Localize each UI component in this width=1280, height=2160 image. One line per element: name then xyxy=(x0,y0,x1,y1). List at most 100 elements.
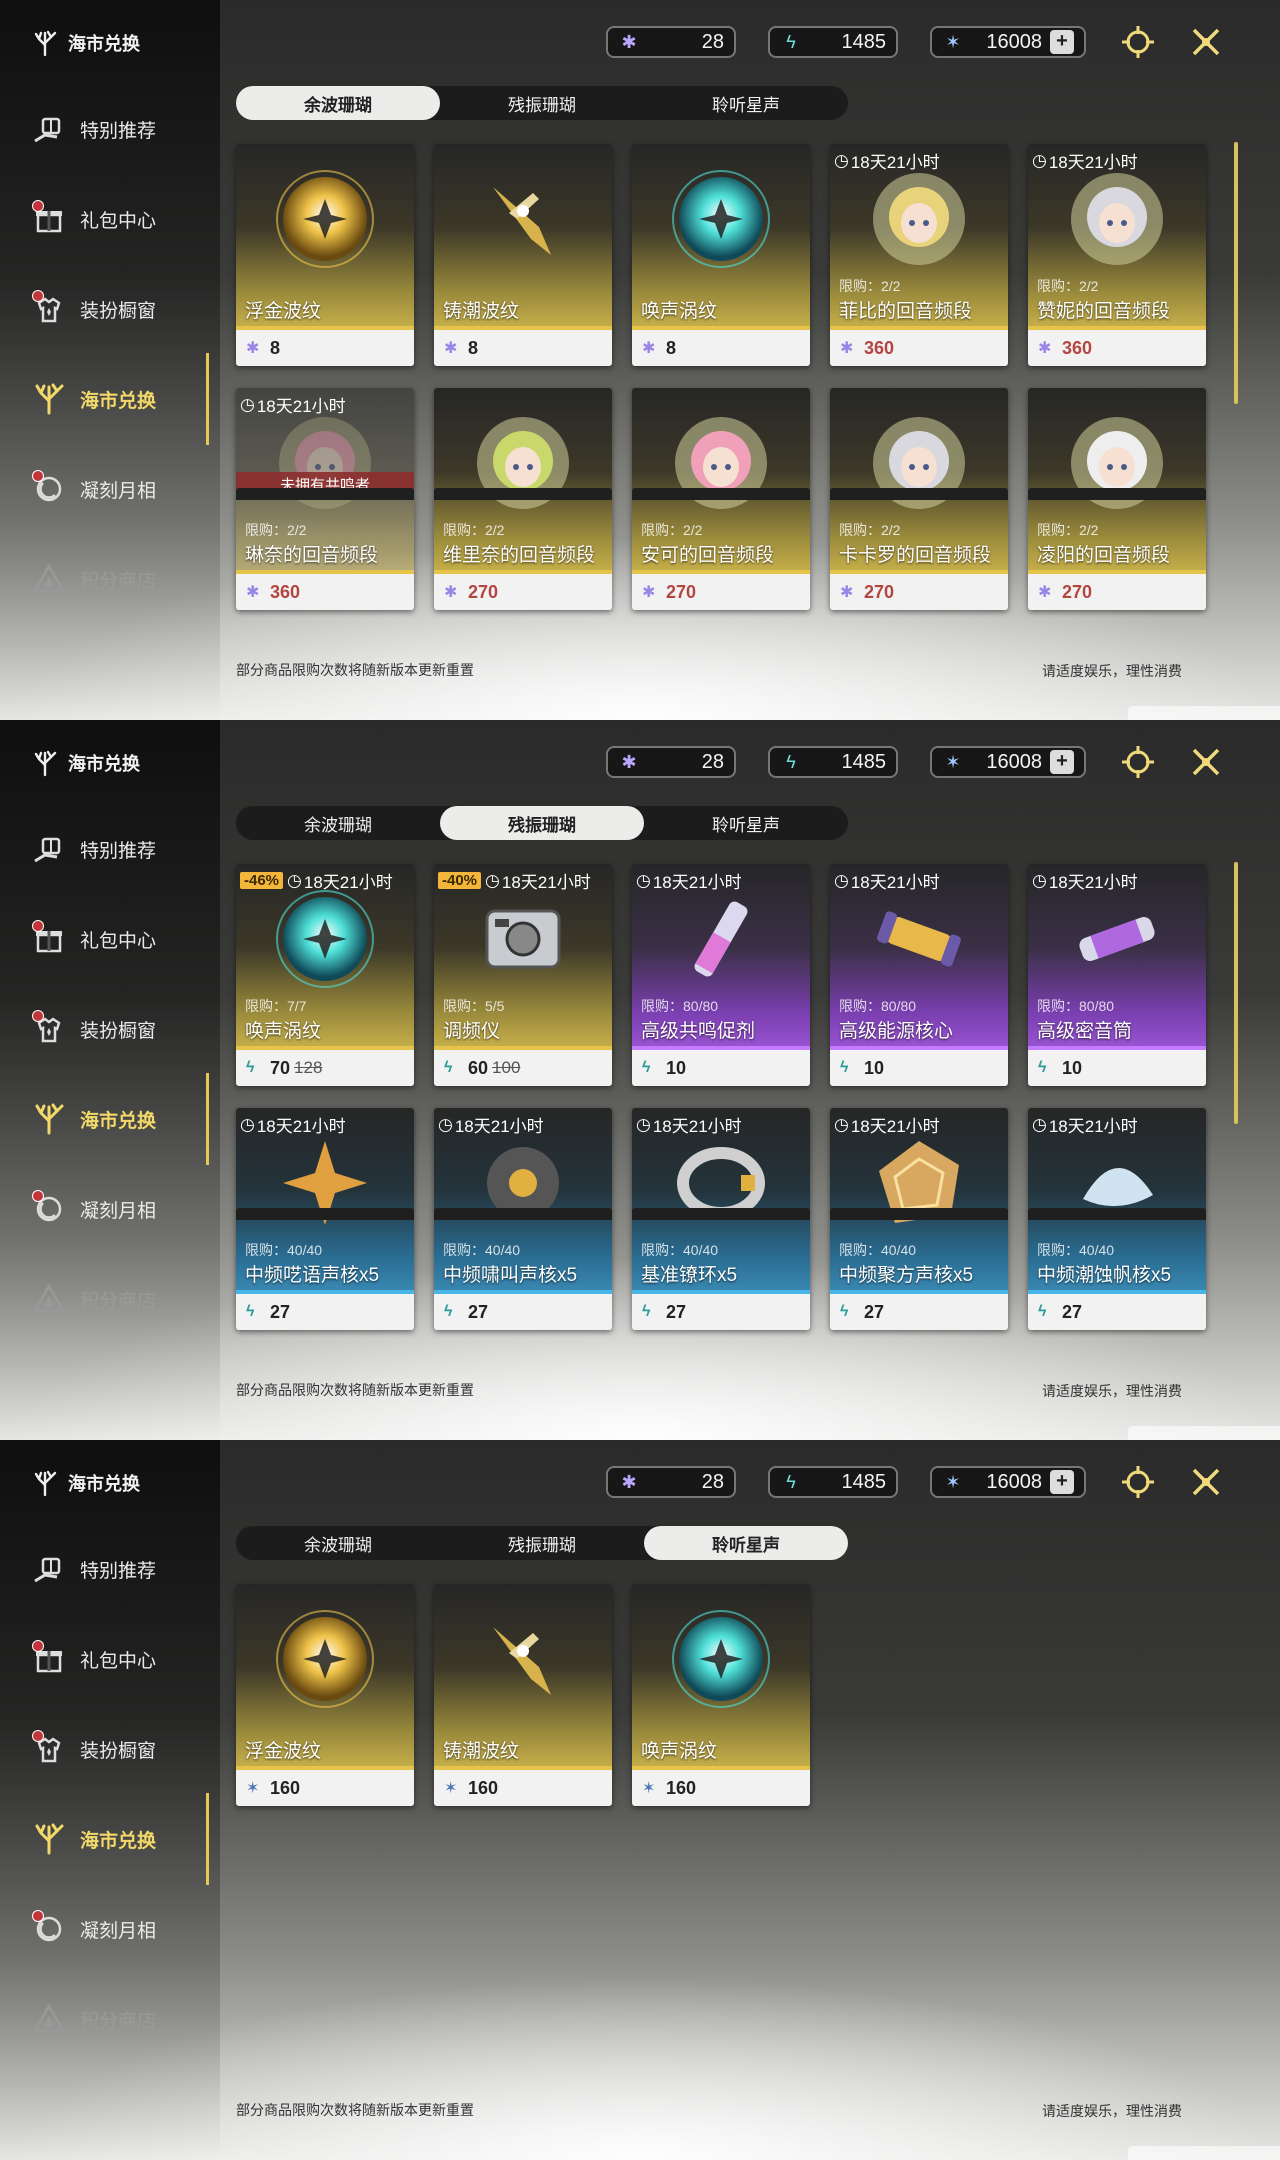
tab[interactable]: 聆听星声 xyxy=(644,1526,848,1560)
sidebar-item[interactable]: 海市兑换 xyxy=(28,354,208,444)
tab-bar: 余波珊瑚 残振珊瑚 聆听星声 xyxy=(236,806,848,840)
shop-item-card[interactable]: 浮金波纹 ✱ 8 xyxy=(236,144,414,366)
sidebar-item-label: 装扮橱窗 xyxy=(80,300,157,322)
star-voice-icon: ✶ xyxy=(945,751,961,772)
crosshair-icon[interactable] xyxy=(1118,1462,1158,1502)
purchase-limit: 限购：2/2 xyxy=(1037,522,1099,538)
shop-item-card[interactable]: -40% ◷ 18天21小时 限购：5/5 调频仪 ϟ 60 100 xyxy=(434,864,612,1086)
tab[interactable]: 残振珊瑚 xyxy=(440,1526,644,1560)
shop-item-card[interactable]: 浮金波纹 ✶ 160 xyxy=(236,1584,414,1806)
sidebar-item[interactable]: 装扮橱窗 xyxy=(28,1704,208,1794)
item-name: 中频呓语声核x5 xyxy=(245,1265,380,1286)
currency-value: 1485 xyxy=(841,750,887,773)
add-currency-button[interactable]: + xyxy=(1050,1470,1074,1494)
tab[interactable]: 余波珊瑚 xyxy=(236,86,440,120)
tab[interactable]: 余波珊瑚 xyxy=(236,806,440,840)
shop-item-card[interactable]: ◷ 18天21小时 限购：80/80 高级能源核心 ϟ 10 xyxy=(830,864,1008,1086)
currency-icon: ✱ xyxy=(642,584,656,601)
sidebar-item[interactable]: 海市兑换 xyxy=(28,1794,208,1884)
currency-bar: ✱ 28 ϟ 1485 ✶ 16008 + xyxy=(606,1466,1086,1498)
page-title: 海市兑换 xyxy=(30,28,140,58)
shop-item-card[interactable]: ◷ 18天21小时 限购：2/2 菲比的回音频段 ✱ 360 xyxy=(830,144,1008,366)
item-name: 铸潮波纹 xyxy=(443,1741,520,1762)
timer-text: 18天21小时 xyxy=(652,873,742,892)
sidebar-item-label: 海市兑换 xyxy=(80,1110,157,1132)
close-icon[interactable] xyxy=(1186,1462,1226,1502)
shop-item-card[interactable]: 铸潮波纹 ✱ 8 xyxy=(434,144,612,366)
price-row: ✱ 270 xyxy=(434,574,612,610)
close-icon[interactable] xyxy=(1186,22,1226,62)
sidebar-item[interactable]: 礼包中心 xyxy=(28,1614,208,1704)
item-timer: ◷ 18天21小时 xyxy=(1032,868,1138,893)
sidebar-item[interactable]: 积分商店 xyxy=(28,1974,208,2064)
coral-icon xyxy=(30,28,60,58)
crosshair-icon[interactable] xyxy=(1118,22,1158,62)
sidebar-item[interactable]: 凝刻月相 xyxy=(28,1884,208,1974)
oscillated-coral-icon: ϟ xyxy=(786,751,796,772)
shop-item-card[interactable]: 唤声涡纹 ✶ 160 xyxy=(632,1584,810,1806)
price-row: ✱ 270 xyxy=(830,574,1008,610)
sidebar-item[interactable]: 特别推荐 xyxy=(28,84,208,174)
tab[interactable]: 残振珊瑚 xyxy=(440,86,644,120)
shop-item-card[interactable]: ◷ 18天21小时 限购：2/2 赞妮的回音频段 ✱ 360 xyxy=(1028,144,1206,366)
price-row: ϟ 27 xyxy=(236,1294,414,1330)
sidebar-item[interactable]: 积分商店 xyxy=(28,534,208,624)
add-currency-button[interactable]: + xyxy=(1050,30,1074,54)
sidebar-item[interactable]: 凝刻月相 xyxy=(28,444,208,534)
outfit-icon xyxy=(28,1728,70,1770)
clock-icon: ◷ xyxy=(834,1114,849,1134)
crosshair-icon[interactable] xyxy=(1118,742,1158,782)
close-icon[interactable] xyxy=(1186,742,1226,782)
scrollbar[interactable] xyxy=(1234,862,1238,1124)
currency-value: 16008 xyxy=(986,1470,1042,1493)
currency-icon: ✶ xyxy=(444,1780,458,1797)
purchase-limit: 限购：2/2 xyxy=(1037,278,1099,294)
sidebar-item-label: 积分商店 xyxy=(80,2010,157,2032)
timer-text: 18天21小时 xyxy=(850,153,940,172)
tab[interactable]: 聆听星声 xyxy=(644,86,848,120)
shop-item-card[interactable]: 唤声涡纹 ✱ 8 xyxy=(632,144,810,366)
shop-item-card[interactable]: ◷ 18天21小时 限购：80/80 高级密音筒 ϟ 10 xyxy=(1028,864,1206,1086)
price-row: ϟ 10 xyxy=(830,1050,1008,1086)
currency-value: 28 xyxy=(701,1470,724,1493)
currency-3[interactable]: ✶ 16008 + xyxy=(930,26,1086,58)
tab[interactable]: 残振珊瑚 xyxy=(440,806,644,840)
tab[interactable]: 聆听星声 xyxy=(644,806,848,840)
item-image xyxy=(270,884,380,994)
currency-icon: ✶ xyxy=(246,1780,260,1797)
outfit-icon xyxy=(28,288,70,330)
item-price: 360 xyxy=(270,581,301,602)
shop-item-card[interactable]: ◷ 18天21小时 限购：80/80 高级共鸣促剂 ϟ 10 xyxy=(632,864,810,1086)
sidebar-item[interactable]: 礼包中心 xyxy=(28,894,208,984)
currency-icon: ✱ xyxy=(840,584,854,601)
active-indicator xyxy=(206,1793,209,1885)
currency-icon: ✱ xyxy=(444,584,458,601)
sidebar-item[interactable]: 礼包中心 xyxy=(28,174,208,264)
tab[interactable]: 余波珊瑚 xyxy=(236,1526,440,1560)
item-name: 凌阳的回音频段 xyxy=(1037,545,1171,566)
currency-3[interactable]: ✶ 16008 + xyxy=(930,1466,1086,1498)
footer-note: 部分商品限购次数将随新版本更新重置 xyxy=(236,662,474,678)
shop-item-card[interactable]: -46% ◷ 18天21小时 限购：7/7 唤声涡纹 ϟ 70 128 xyxy=(236,864,414,1086)
shop-item-card[interactable]: 铸潮波纹 ✶ 160 xyxy=(434,1584,612,1806)
sidebar-item[interactable]: 特别推荐 xyxy=(28,804,208,894)
scrollbar[interactable] xyxy=(1234,142,1238,404)
sidebar-item[interactable]: 特别推荐 xyxy=(28,1524,208,1614)
item-image xyxy=(666,164,776,274)
sidebar-item[interactable]: 凝刻月相 xyxy=(28,1164,208,1254)
moon-icon xyxy=(28,1188,70,1230)
add-currency-button[interactable]: + xyxy=(1050,750,1074,774)
sidebar-item[interactable]: 装扮橱窗 xyxy=(28,264,208,354)
item-price: 270 xyxy=(864,581,895,602)
sidebar-item[interactable]: 装扮橱窗 xyxy=(28,984,208,1074)
item-image xyxy=(468,884,578,994)
currency-3[interactable]: ✶ 16008 + xyxy=(930,746,1086,778)
sidebar: 特别推荐 礼包中心 装扮橱窗 海市兑换 凝刻月相积分商店 xyxy=(28,1524,208,2064)
sidebar-item[interactable]: 积分商店 xyxy=(28,1254,208,1344)
price-row: ✱ 8 xyxy=(632,330,810,366)
triangle-icon xyxy=(28,1998,70,2040)
sidebar-item[interactable]: 海市兑换 xyxy=(28,1074,208,1164)
item-name: 赞妮的回音频段 xyxy=(1037,301,1171,322)
purchase-limit: 限购：40/40 xyxy=(641,1242,719,1258)
item-image xyxy=(864,884,974,994)
